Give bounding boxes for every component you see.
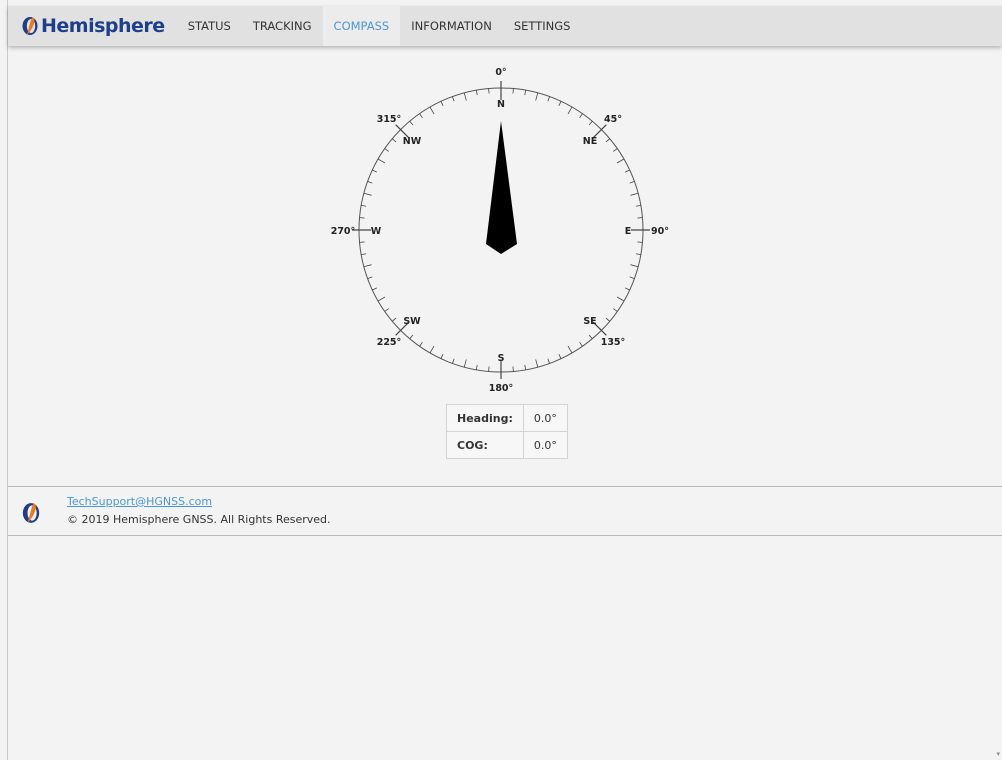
compass-tick [384, 148, 390, 152]
compass-tick [429, 106, 435, 115]
compass-tick [524, 90, 527, 96]
compass-tick [524, 364, 527, 370]
compass-tick [377, 158, 386, 164]
compass-tick [567, 345, 573, 354]
cardinal-label-s: S [498, 353, 505, 364]
compass-tick [567, 106, 573, 115]
compass-tick [612, 308, 618, 312]
compass-tick [547, 96, 550, 102]
support-email-link[interactable]: TechSupport@HGNSS.com [67, 495, 212, 508]
cardinal-label-se: SE [583, 316, 596, 327]
compass-tick [624, 287, 630, 291]
degree-label-225: 225° [377, 337, 402, 348]
compass-tick [535, 359, 539, 368]
cog-row: COG: 0.0° [446, 431, 568, 459]
compass-tick [361, 204, 367, 207]
nav-status[interactable]: STATUS [177, 6, 242, 46]
compass-tick [588, 334, 593, 340]
compass-tick [558, 353, 562, 359]
compass-tick [629, 181, 635, 184]
compass-tick [635, 204, 641, 207]
compass-tick [630, 264, 639, 268]
compass-tick [475, 90, 478, 96]
compass-tick [463, 359, 467, 368]
cardinal-label-w: W [371, 226, 382, 237]
top-navbar: Hemisphere STATUS TRACKING COMPASS INFOR… [8, 6, 1002, 46]
compass-tick [635, 253, 641, 256]
cardinal-label-n: N [497, 99, 505, 110]
compass-tick [624, 169, 630, 173]
compass-tick [409, 120, 414, 126]
nav-information[interactable]: INFORMATION [400, 6, 503, 46]
compass-tick [361, 253, 367, 256]
compass-tick [452, 358, 455, 364]
compass-tick [367, 276, 373, 279]
compass-tick [419, 113, 423, 119]
nav-settings[interactable]: SETTINGS [503, 6, 582, 46]
degree-label-0: 0° [495, 67, 506, 78]
compass-dial: 0° 45° 90° 135° 180° 225° 270° 315° N NE… [331, 67, 669, 394]
degree-label-90: 90° [651, 226, 669, 237]
nav-compass[interactable]: COMPASS [322, 6, 401, 46]
cog-label: COG: [446, 431, 524, 459]
degree-label-180: 180° [489, 383, 514, 394]
degree-label-45: 45° [604, 114, 622, 125]
compass-tick [616, 296, 625, 302]
page-footer: TechSupport@HGNSS.com © 2019 Hemisphere … [8, 486, 1002, 536]
compass-tick [377, 296, 386, 302]
degree-label-270: 270° [331, 226, 356, 237]
compass-tick [372, 287, 378, 291]
compass-tick [452, 96, 455, 102]
cardinal-label-ne: NE [583, 136, 597, 147]
compass-widget: 0° 45° 90° 135° 180° 225° 270° 315° N NE… [300, 56, 700, 406]
window-left-border [7, 0, 8, 760]
compass-tick [579, 341, 583, 347]
compass-tick [384, 308, 390, 312]
compass-tick [612, 148, 618, 152]
compass-tick [391, 317, 397, 322]
cog-value: 0.0° [522, 431, 568, 459]
cardinal-label-nw: NW [403, 136, 422, 147]
copyright-text: © 2019 Hemisphere GNSS. All Rights Reser… [67, 513, 331, 526]
compass-tick [605, 138, 611, 143]
compass-tick [579, 113, 583, 119]
compass-tick [391, 138, 397, 143]
hemisphere-logo-icon [22, 17, 38, 35]
compass-tick [558, 101, 562, 107]
cardinal-label-sw: SW [403, 316, 421, 327]
compass-tick [367, 181, 373, 184]
footer-hemisphere-logo-icon [22, 503, 40, 523]
degree-label-315: 315° [377, 114, 402, 125]
heading-value: 0.0° [522, 404, 568, 432]
compass-tick [440, 353, 444, 359]
compass-tick [630, 192, 639, 196]
compass-tick [440, 101, 444, 107]
compass-tick [547, 358, 550, 364]
compass-tick [588, 120, 593, 126]
compass-tick [419, 341, 423, 347]
resize-handle-icon[interactable]: ▾ [996, 750, 1000, 758]
compass-tick [429, 345, 435, 354]
compass-tick [363, 264, 372, 268]
compass-tick [629, 276, 635, 279]
compass-tick [605, 317, 611, 322]
compass-tick [463, 92, 467, 101]
degree-label-135: 135° [601, 337, 626, 348]
compass-needle [486, 121, 517, 254]
brand-logo[interactable]: Hemisphere [20, 6, 165, 46]
heading-readout-table: Heading: 0.0° COG: 0.0° [446, 404, 568, 459]
compass-tick [409, 334, 414, 340]
compass-tick [475, 364, 478, 370]
cardinal-label-e: E [625, 226, 632, 237]
brand-name: Hemisphere [41, 15, 165, 37]
compass-tick [535, 92, 539, 101]
compass-tick [363, 192, 372, 196]
heading-row: Heading: 0.0° [446, 404, 568, 432]
compass-tick [372, 169, 378, 173]
compass-tick [616, 158, 625, 164]
nav-tracking[interactable]: TRACKING [242, 6, 323, 46]
heading-label: Heading: [446, 404, 524, 432]
